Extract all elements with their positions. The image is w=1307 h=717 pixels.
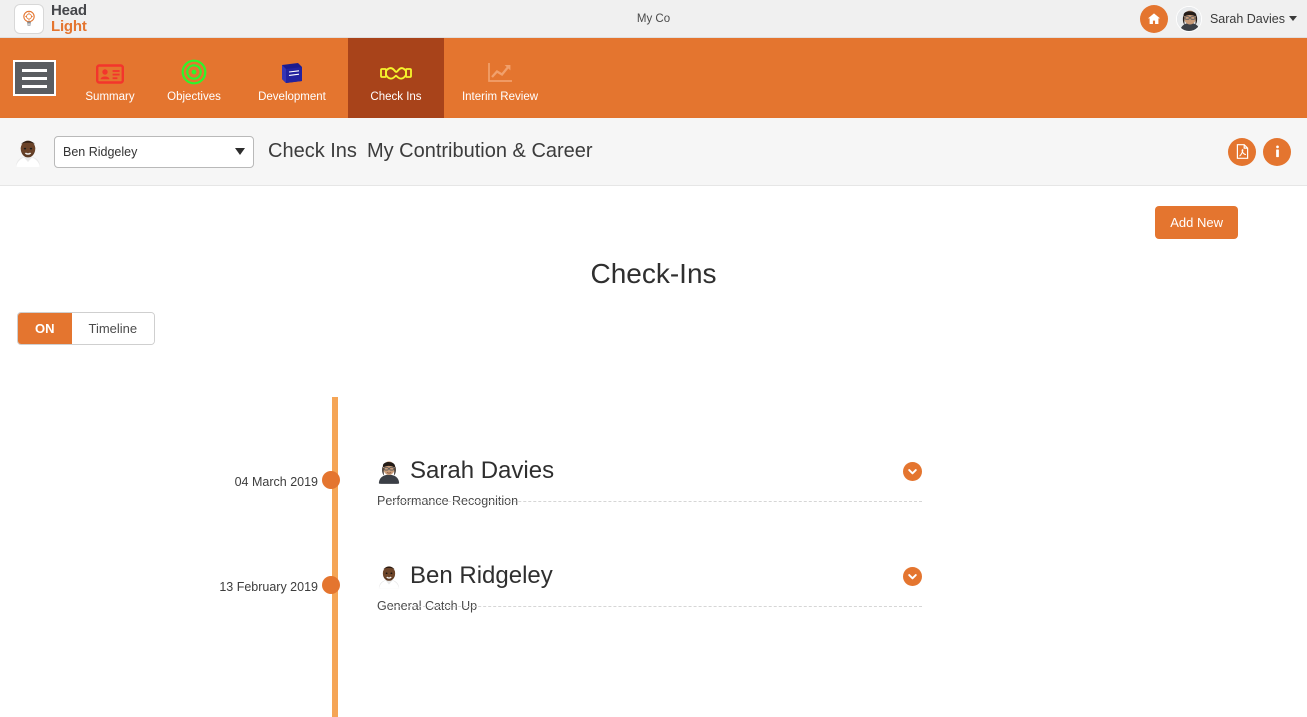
sub-header-actions	[1228, 137, 1291, 166]
avatar	[1175, 5, 1202, 32]
timeline-entry: 13 February 2019 Ben Ridgeley General Ca…	[0, 502, 1307, 613]
logo-text-head: Head	[51, 2, 87, 20]
add-new-row: Add New	[0, 186, 1307, 239]
person-avatar	[14, 136, 42, 167]
export-pdf-button[interactable]	[1228, 137, 1256, 166]
timeline-dot	[322, 471, 340, 489]
entry-person-name: Sarah Davies	[410, 457, 555, 484]
check-ins-timeline: 04 March 2019 Sarah Davies Performance R…	[0, 397, 1307, 717]
id-card-icon	[96, 57, 124, 85]
top-header: Head Light My Co Sarah Davies	[0, 0, 1307, 38]
logo-text-light: Light	[51, 17, 87, 35]
breadcrumb-sub: My Contribution & Career	[366, 140, 593, 162]
timeline-entry: 04 March 2019 Sarah Davies Performance R…	[0, 397, 1307, 508]
timeline-dot	[322, 576, 340, 594]
avatar	[377, 458, 401, 484]
chevron-down-icon	[1289, 16, 1297, 21]
chevron-down-icon[interactable]	[903, 567, 922, 586]
nav-tab-objectives[interactable]: Objectives	[152, 38, 236, 118]
user-menu[interactable]: Sarah Davies	[1210, 12, 1297, 26]
toggle-on[interactable]: ON	[18, 313, 72, 344]
nav-tab-development[interactable]: Development	[236, 38, 348, 118]
breadcrumb-main: Check Ins	[268, 140, 357, 162]
nav-tab-label: Summary	[85, 91, 135, 103]
entry-header: Ben Ridgeley	[377, 562, 922, 590]
lightbulb-icon	[14, 3, 44, 34]
handshake-icon	[380, 57, 412, 85]
chevron-down-icon	[235, 148, 245, 155]
nav-tab-label: Check Ins	[370, 91, 422, 103]
sub-header: Ben Ridgeley Check Ins My Contribution &…	[0, 118, 1307, 186]
entry-date: 04 March 2019	[234, 475, 318, 489]
app-logo[interactable]: Head Light	[0, 3, 87, 34]
nav-tab-label: Objectives	[167, 91, 221, 103]
entry-header: Sarah Davies	[377, 457, 922, 485]
company-name: My Co	[636, 12, 671, 25]
header-right-group: Sarah Davies	[1139, 4, 1297, 33]
nav-tab-check-ins[interactable]: Check Ins	[348, 38, 444, 118]
nav-tab-label: Interim Review	[461, 91, 539, 103]
user-name-label: Sarah Davies	[1209, 11, 1285, 26]
entry-card[interactable]: Ben Ridgeley General Catch Up	[344, 502, 1307, 613]
timeline-dot-wrap	[318, 502, 344, 594]
menu-toggle-wrap	[0, 38, 68, 118]
chevron-down-icon[interactable]	[903, 462, 922, 481]
main-navigation: Summary Objectives Development Check Ins…	[0, 38, 1307, 118]
nav-tab-label: Development	[258, 91, 326, 103]
entry-person-name: Ben Ridgeley	[410, 562, 553, 589]
person-select[interactable]: Ben Ridgeley	[54, 135, 254, 168]
main-content: Add New Check-Ins ON Timeline 04 March 2…	[0, 186, 1307, 717]
nav-tab-interim-review[interactable]: Interim Review	[444, 38, 556, 118]
nav-tab-summary[interactable]: Summary	[68, 38, 152, 118]
entry-date: 13 February 2019	[219, 580, 318, 594]
view-toggle-group: ON Timeline	[17, 312, 156, 345]
avatar	[377, 563, 401, 589]
home-icon[interactable]	[1139, 4, 1168, 33]
target-icon	[181, 57, 207, 85]
hamburger-menu-icon[interactable]	[12, 60, 56, 96]
toggle-timeline[interactable]: Timeline	[71, 313, 155, 344]
person-select-value: Ben Ridgeley	[63, 144, 138, 159]
timeline-dot-wrap	[318, 397, 344, 489]
entry-card[interactable]: Sarah Davies Performance Recognition	[344, 397, 1307, 508]
page-title: Check-Ins	[590, 258, 717, 289]
book-icon	[278, 57, 306, 85]
entry-divider	[388, 606, 922, 607]
info-button[interactable]	[1263, 137, 1291, 166]
chart-line-icon	[486, 57, 514, 85]
add-new-button[interactable]: Add New	[1155, 206, 1238, 239]
